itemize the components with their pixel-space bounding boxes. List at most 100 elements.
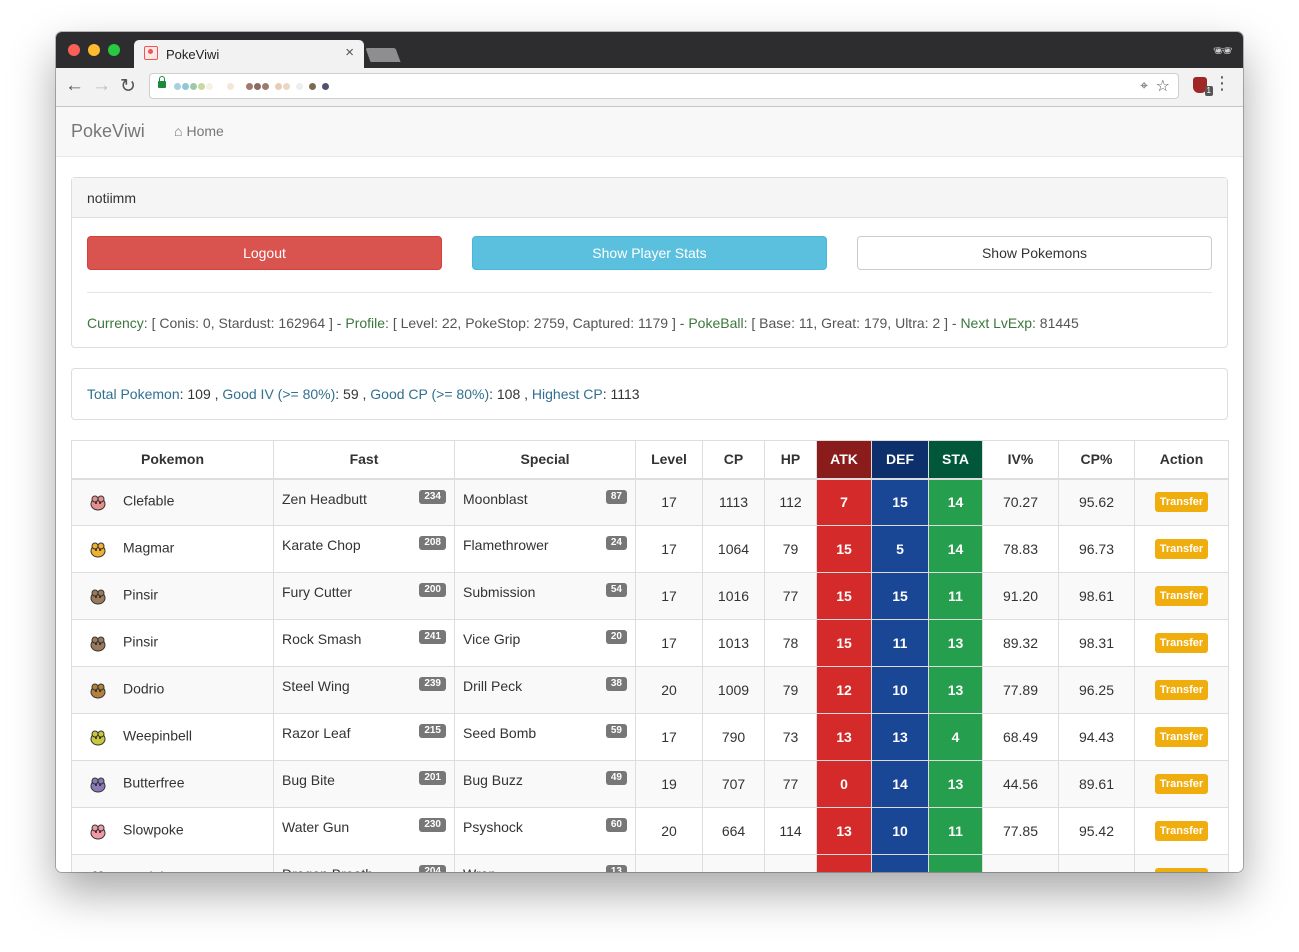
transfer-button[interactable]: Transfer xyxy=(1154,586,1209,606)
col-header-def[interactable]: DEF xyxy=(871,440,929,480)
pokemon-sprite-icon xyxy=(90,495,106,511)
sta-cell: 13 xyxy=(928,666,983,714)
col-header-hp[interactable]: HP xyxy=(764,440,817,480)
table-row: Butterfree Bug Bite 201 Bug Buzz 49 19 707 77 0 1… xyxy=(71,760,1229,808)
hp-cell: 61 xyxy=(764,854,817,872)
summary-panel: Total Pokemon: 109 , Good IV (>= 80%): 5… xyxy=(71,368,1228,420)
hp-cell: 78 xyxy=(764,619,817,667)
level-cell: 17 xyxy=(635,478,703,526)
table-row: Magmar Karate Chop 208 Flamethrower 24 17 1064… xyxy=(71,525,1229,573)
fast-move-power-badge: 204 xyxy=(419,865,446,872)
transfer-button[interactable]: Transfer xyxy=(1154,821,1209,841)
tab-close-icon[interactable]: × xyxy=(345,44,354,61)
address-bar[interactable]: ⌖ ☆ xyxy=(149,73,1179,99)
show-pokemons-button[interactable]: Show Pokemons xyxy=(857,236,1212,270)
col-header-pokemon[interactable]: Pokemon xyxy=(71,440,274,480)
home-link[interactable]: ⌂ Home xyxy=(174,123,224,139)
special-move-power-badge: 13 xyxy=(605,865,627,872)
location-target-icon[interactable]: ⌖ xyxy=(1140,77,1148,94)
transfer-button[interactable]: Transfer xyxy=(1154,868,1209,872)
cp-cell: 1064 xyxy=(702,525,765,573)
def-cell: 15 xyxy=(871,478,929,526)
browser-window: PokeViwi × 🕶 ← → ↻ ⌖ ☆ 1 ⋮ PokeViwi ⌂ Ho… xyxy=(56,32,1243,872)
new-tab-button[interactable] xyxy=(365,48,401,62)
special-move-cell: Vice Grip 20 xyxy=(454,619,636,667)
browser-tab[interactable]: PokeViwi × xyxy=(134,40,364,68)
bookmark-star-icon[interactable]: ☆ xyxy=(1156,76,1170,96)
cp-percent-cell: 96.25 xyxy=(1058,666,1135,714)
special-move-cell: Bug Buzz 49 xyxy=(454,760,636,808)
forward-arrow-icon[interactable]: → xyxy=(92,75,111,97)
col-header-cp[interactable]: CP xyxy=(702,440,765,480)
window-maximize-button[interactable] xyxy=(108,44,120,56)
fast-move-cell: Rock Smash 241 xyxy=(273,619,455,667)
site-navbar: PokeViwi ⌂ Home xyxy=(56,107,1243,157)
home-label: Home xyxy=(186,123,224,139)
special-move-power-badge: 38 xyxy=(605,677,627,691)
special-move-cell: Drill Peck 38 xyxy=(454,666,636,714)
action-cell: Transfer xyxy=(1134,572,1229,620)
tab-title: PokeViwi xyxy=(166,47,220,62)
pokemon-name: Weepinbell xyxy=(123,727,193,744)
window-minimize-button[interactable] xyxy=(88,44,100,56)
atk-cell: 15 xyxy=(816,572,872,620)
hp-cell: 114 xyxy=(764,807,817,855)
cp-percent-cell: 98.31 xyxy=(1058,619,1135,667)
col-header-action[interactable]: Action xyxy=(1134,440,1229,480)
cp-cell: 664 xyxy=(702,807,765,855)
window-close-button[interactable] xyxy=(68,44,80,56)
transfer-button[interactable]: Transfer xyxy=(1154,774,1209,794)
transfer-button[interactable]: Transfer xyxy=(1154,727,1209,747)
pokemon-sprite-icon xyxy=(90,824,106,840)
transfer-button[interactable]: Transfer xyxy=(1154,492,1209,513)
def-cell: 10 xyxy=(871,666,929,714)
special-move-cell: Moonblast 87 xyxy=(454,478,636,526)
table-header-row: Pokemon Fast Special Level CP HP ATK DEF… xyxy=(71,440,1229,480)
iv-percent-cell: 70.27 xyxy=(982,478,1059,526)
level-cell: 20 xyxy=(635,666,703,714)
col-header-level[interactable]: Level xyxy=(635,440,703,480)
special-move-cell: Wrap 13 xyxy=(454,854,636,872)
pokemon-name: Dodrio xyxy=(123,680,165,697)
cp-percent-cell: 98.61 xyxy=(1058,572,1135,620)
title-bar: PokeViwi × 🕶 xyxy=(56,32,1243,68)
transfer-button[interactable]: Transfer xyxy=(1154,680,1209,700)
sta-cell: 14 xyxy=(928,478,983,526)
fast-move-name: Karate Chop xyxy=(282,537,361,553)
special-move-name: Bug Buzz xyxy=(463,772,523,788)
extension-badge: 1 xyxy=(1204,86,1213,96)
back-arrow-icon[interactable]: ← xyxy=(65,75,84,97)
profile-label: Profile xyxy=(345,315,386,331)
fast-move-power-badge: 201 xyxy=(419,771,446,785)
col-header-sta[interactable]: STA xyxy=(928,440,983,480)
reload-icon[interactable]: ↻ xyxy=(120,75,136,98)
def-cell: 11 xyxy=(871,619,929,667)
col-header-atk[interactable]: ATK xyxy=(816,440,872,480)
pokemon-name: Pinsir xyxy=(123,633,159,650)
special-move-name: Submission xyxy=(463,584,536,600)
brand-link[interactable]: PokeViwi xyxy=(71,121,145,142)
pokemon-cell: Pinsir xyxy=(71,619,274,667)
transfer-button[interactable]: Transfer xyxy=(1154,539,1209,559)
cp-cell: 646 xyxy=(702,854,765,872)
col-header-special[interactable]: Special xyxy=(454,440,636,480)
fast-move-cell: Zen Headbutt 234 xyxy=(273,478,455,526)
fast-move-cell: Water Gun 230 xyxy=(273,807,455,855)
special-move-power-badge: 20 xyxy=(605,630,627,644)
table-row: Weepinbell Razor Leaf 215 Seed Bomb 59 17 790 7… xyxy=(71,713,1229,761)
show-player-stats-button[interactable]: Show Player Stats xyxy=(472,236,827,270)
col-header-iv[interactable]: IV% xyxy=(982,440,1059,480)
special-move-cell: Submission 54 xyxy=(454,572,636,620)
logout-button[interactable]: Logout xyxy=(87,236,442,270)
browser-menu-icon[interactable]: ⋮ xyxy=(1213,74,1231,92)
cp-percent-cell: 95.42 xyxy=(1058,807,1135,855)
pokemon-sprite-icon xyxy=(93,871,103,872)
col-header-fast[interactable]: Fast xyxy=(273,440,455,480)
browser-toolbar: ← → ↻ ⌖ ☆ 1 ⋮ xyxy=(56,68,1243,107)
action-cell: Transfer xyxy=(1134,807,1229,855)
hp-cell: 77 xyxy=(764,572,817,620)
level-cell: 17 xyxy=(635,525,703,573)
col-header-cp-percent[interactable]: CP% xyxy=(1058,440,1135,480)
lock-icon xyxy=(158,76,166,88)
transfer-button[interactable]: Transfer xyxy=(1154,633,1209,653)
